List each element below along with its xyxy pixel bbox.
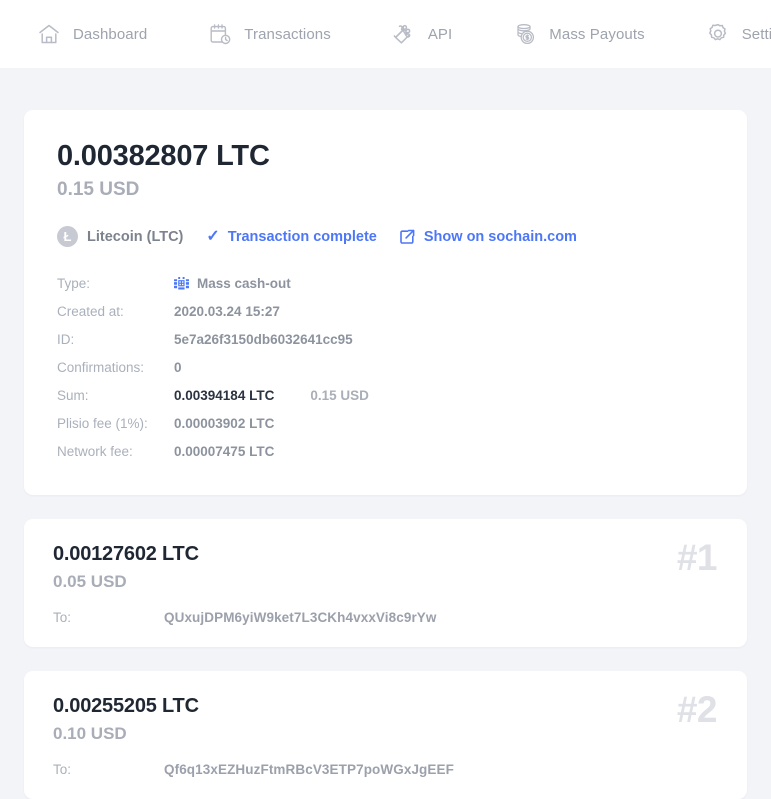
page-content: 0.00382807 LTC 0.15 USD Ł Litecoin (LTC)… xyxy=(0,110,771,799)
nav-label-settings: Settings xyxy=(741,25,771,43)
detail-value: 0.00007475 LTC xyxy=(174,443,275,459)
detail-value: 0 xyxy=(174,359,182,375)
transaction-details-table: Type: Mass cash-out Created at: 2020.03.… xyxy=(57,269,715,465)
detail-row-confirmations: Confirmations: 0 xyxy=(57,353,715,381)
transaction-card: 0.00382807 LTC 0.15 USD Ł Litecoin (LTC)… xyxy=(24,110,747,496)
detail-row-created-at: Created at: 2020.03.24 15:27 xyxy=(57,297,715,325)
coin-name: Litecoin (LTC) xyxy=(87,228,184,245)
explorer-link-label: Show on sochain.com xyxy=(423,228,577,245)
nav-label-dashboard: Dashboard xyxy=(73,25,148,43)
payout-to-row: To: QUxujDPM6yiW9ket7L3CKh4vxxVi8c9rYw xyxy=(53,610,715,625)
nav-item-api[interactable]: API xyxy=(391,21,452,47)
payout-to-label: To: xyxy=(53,610,72,626)
detail-label: Plisio fee (1%): xyxy=(57,415,148,431)
payout-card: #1 0.00127602 LTC 0.05 USD To: QUxujDPM6… xyxy=(24,519,747,648)
nav-label-api: API xyxy=(427,25,453,43)
payout-amount-crypto: 0.00255205 LTC xyxy=(53,695,199,718)
payout-to-address: Qf6q13xEZHuzFtmRBcV3ETP7poWGxJgEEF xyxy=(164,762,454,778)
detail-label: Type: xyxy=(57,275,91,291)
payout-rank: #2 xyxy=(676,689,718,731)
detail-label: Network fee: xyxy=(57,443,133,459)
calendar-clock-icon xyxy=(207,21,233,47)
litecoin-coin-icon: Ł xyxy=(57,226,78,248)
mass-cashout-icon xyxy=(174,276,189,290)
payout-amount-crypto: 0.00127602 LTC xyxy=(53,543,199,566)
detail-row-id: ID: 5e7a26f3150db6032641cc95 xyxy=(57,325,715,353)
gear-icon xyxy=(705,21,731,47)
payout-to-row: To: Qf6q13xEZHuzFtmRBcV3ETP7poWGxJgEEF xyxy=(53,762,715,777)
transaction-meta-row: Ł Litecoin (LTC) ✓ Transaction complete … xyxy=(57,226,715,248)
detail-row-plisio-fee: Plisio fee (1%): 0.00003902 LTC xyxy=(57,409,715,437)
nav-item-transactions[interactable]: Transactions xyxy=(207,21,331,47)
payout-amount-fiat: 0.10 USD xyxy=(53,723,127,743)
nav-label-mass-payouts: Mass Payouts xyxy=(549,25,645,43)
transaction-amount-crypto: 0.00382807 LTC xyxy=(57,140,270,172)
status-label: Transaction complete xyxy=(227,228,377,245)
puzzle-piece-icon xyxy=(391,21,417,47)
detail-label: Sum: xyxy=(57,387,89,403)
status-badge: ✓ Transaction complete xyxy=(206,227,377,245)
detail-value: 2020.03.24 15:27 xyxy=(174,303,280,319)
nav-item-dashboard[interactable]: Dashboard xyxy=(36,21,147,47)
payout-card: #2 0.00255205 LTC 0.10 USD To: Qf6q13xEZ… xyxy=(24,671,747,799)
payout-rank: #1 xyxy=(676,537,718,579)
payout-amount-fiat: 0.05 USD xyxy=(53,571,127,591)
coins-icon xyxy=(512,21,538,47)
detail-value: 0.00394184 LTC xyxy=(174,387,275,403)
home-icon xyxy=(36,21,62,47)
detail-value: Mass cash-out xyxy=(174,276,291,291)
nav-label-transactions: Transactions xyxy=(244,25,331,43)
check-icon: ✓ xyxy=(206,227,220,245)
payout-to-address: QUxujDPM6yiW9ket7L3CKh4vxxVi8c9rYw xyxy=(164,610,437,626)
detail-value: 0.00003902 LTC xyxy=(174,415,275,431)
external-link-icon xyxy=(399,229,415,245)
detail-value: 5e7a26f3150db6032641cc95 xyxy=(174,331,353,347)
detail-label: ID: xyxy=(57,331,75,347)
explorer-link[interactable]: Show on sochain.com xyxy=(399,229,577,245)
transaction-amount-fiat: 0.15 USD xyxy=(57,179,140,201)
detail-row-sum: Sum: 0.00394184 LTC 0.15 USD xyxy=(57,381,715,409)
nav-item-mass-payouts[interactable]: Mass Payouts xyxy=(512,21,645,47)
top-navigation: Dashboard Transactions API Mass Payouts … xyxy=(0,0,771,68)
detail-label: Created at: xyxy=(57,303,124,319)
detail-value-text: Mass cash-out xyxy=(197,275,291,291)
detail-label: Confirmations: xyxy=(57,359,145,375)
detail-value-secondary: 0.15 USD xyxy=(310,387,369,403)
detail-row-type: Type: Mass cash-out xyxy=(57,269,715,297)
nav-item-settings[interactable]: Settings xyxy=(705,21,771,47)
payout-to-label: To: xyxy=(53,762,72,778)
detail-row-network-fee: Network fee: 0.00007475 LTC xyxy=(57,437,715,465)
